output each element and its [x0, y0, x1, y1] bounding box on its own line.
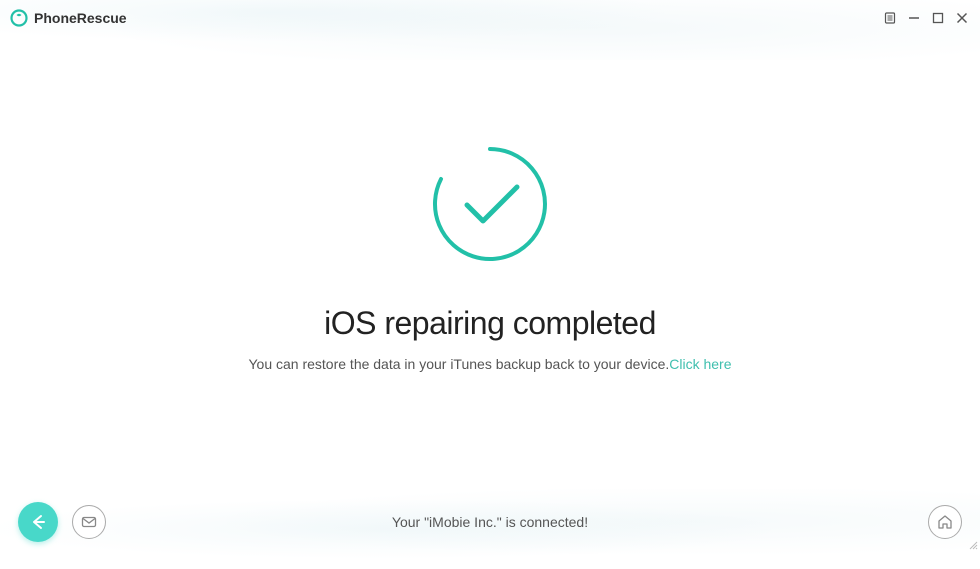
mail-icon [80, 513, 98, 531]
status-heading: iOS repairing completed [324, 305, 656, 342]
footer-left [18, 502, 106, 542]
footer-right [928, 505, 962, 539]
title-bar: PhoneRescue [0, 0, 980, 36]
description-text: You can restore the data in your iTunes … [248, 356, 669, 372]
status-description: You can restore the data in your iTunes … [248, 356, 731, 372]
phonerescue-logo-icon [10, 9, 28, 27]
app-logo: PhoneRescue [10, 9, 127, 27]
success-check-icon [425, 139, 555, 269]
main-content: iOS repairing completed You can restore … [0, 36, 980, 495]
close-icon[interactable] [954, 10, 970, 26]
menu-icon[interactable] [882, 10, 898, 26]
home-button[interactable] [928, 505, 962, 539]
connection-status: Your "iMobie Inc." is connected! [392, 514, 588, 530]
arrow-left-icon [28, 512, 48, 532]
feedback-button[interactable] [72, 505, 106, 539]
footer-bar: Your "iMobie Inc." is connected! [0, 495, 980, 549]
maximize-icon[interactable] [930, 10, 946, 26]
app-title: PhoneRescue [34, 10, 127, 26]
back-button[interactable] [18, 502, 58, 542]
home-icon [936, 513, 954, 531]
click-here-link[interactable]: Click here [669, 356, 731, 372]
minimize-icon[interactable] [906, 10, 922, 26]
window-controls [882, 10, 970, 26]
